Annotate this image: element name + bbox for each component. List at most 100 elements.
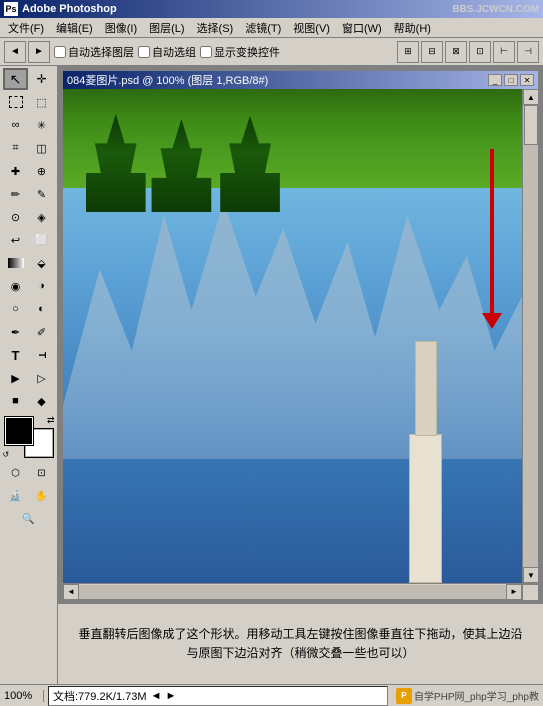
patch-tool[interactable]: ⊕ xyxy=(29,160,54,182)
menu-bar: 文件(F) 编辑(E) 图像(I) 图层(L) 选择(S) 滤镜(T) 视图(V… xyxy=(0,18,543,38)
auto-select-group-checkbox[interactable] xyxy=(138,46,150,58)
freeform-pen-icon: ✐ xyxy=(37,326,46,339)
menu-help[interactable]: 帮助(H) xyxy=(388,18,437,38)
dodge-tool[interactable]: ○ xyxy=(3,298,28,320)
palette-btn-6[interactable]: ⊣ xyxy=(517,41,539,63)
palette-btn-4[interactable]: ⊡ xyxy=(469,41,491,63)
lasso-tool[interactable]: ∞ xyxy=(3,114,28,136)
zoom-level[interactable]: 100% xyxy=(4,690,44,702)
custom-shape-tool[interactable]: ◆ xyxy=(29,390,54,412)
fg-color-swatch[interactable] xyxy=(5,417,33,445)
close-button[interactable]: ✕ xyxy=(520,74,534,86)
screen-mode-tool[interactable]: ⊡ xyxy=(29,462,54,484)
palette-btn-1[interactable]: ⊞ xyxy=(397,41,419,63)
scroll-up-button[interactable]: ▲ xyxy=(523,89,538,105)
heal-tool[interactable]: ✚ xyxy=(3,160,28,182)
palette-btn-3[interactable]: ⊠ xyxy=(445,41,467,63)
screen-mode-icon: ⊡ xyxy=(37,468,45,479)
scroll-thumb-vertical[interactable] xyxy=(524,105,538,145)
scroll-left-button[interactable]: ◄ xyxy=(63,584,79,600)
magic-wand-tool[interactable]: ✳ xyxy=(29,114,54,136)
stamp-icon: ⊙ xyxy=(11,211,20,224)
gradient-tool[interactable] xyxy=(3,252,28,274)
vertical-text-tool[interactable]: T xyxy=(29,344,54,366)
eyedrop-icon: 🔬 xyxy=(9,491,21,502)
menu-view[interactable]: 视图(V) xyxy=(287,18,336,38)
direct-select-icon: ▷ xyxy=(37,372,45,385)
nav-left-arrow[interactable]: ◄ xyxy=(151,690,162,702)
quick-mask-tool[interactable]: ⬡ xyxy=(3,462,28,484)
status-logo-text: 自学PHP网_php学习_php教 xyxy=(414,688,539,703)
tool-row-5: ✚ ⊕ xyxy=(3,160,54,182)
pencil-icon: ✎ xyxy=(37,188,46,201)
path-select-tool[interactable]: ▶ xyxy=(3,367,28,389)
menu-filter[interactable]: 滤镜(T) xyxy=(239,18,287,38)
scroll-down-button[interactable]: ▼ xyxy=(523,567,538,583)
burn-tool[interactable]: ◐ xyxy=(29,298,54,320)
nav-right-arrow[interactable]: ► xyxy=(165,690,176,702)
menu-file[interactable]: 文件(F) xyxy=(2,18,50,38)
freeform-pen-tool[interactable]: ✐ xyxy=(29,321,54,343)
scroll-track-horizontal[interactable] xyxy=(79,585,506,599)
slice-icon: ◫ xyxy=(36,142,46,155)
tool-row-mask: ⬡ ⊡ xyxy=(3,462,54,484)
menu-image[interactable]: 图像(I) xyxy=(99,18,143,38)
eraser-tool[interactable]: ⬜ xyxy=(29,229,54,251)
menu-layer[interactable]: 图层(L) xyxy=(143,18,190,38)
image-canvas[interactable] xyxy=(63,89,522,583)
show-transform-checkbox[interactable] xyxy=(200,46,212,58)
ellipse-select-tool[interactable]: ⬚ xyxy=(29,91,54,113)
hand-tool[interactable]: ✋ xyxy=(29,485,54,507)
custom-shape-icon: ◆ xyxy=(37,395,45,408)
menu-edit[interactable]: 编辑(E) xyxy=(50,18,99,38)
tool-row-8: ↩ ⬜ xyxy=(3,229,54,251)
building-tower xyxy=(415,341,437,436)
scroll-right-button[interactable]: ► xyxy=(506,584,522,600)
nav-fwd-button[interactable]: ► xyxy=(28,41,50,63)
smudge-tool[interactable]: ◑ xyxy=(29,275,54,297)
fg-bg-colors: ⇄ ↺ xyxy=(3,415,55,459)
palette-btn-2[interactable]: ⊟ xyxy=(421,41,443,63)
nav-back-button[interactable]: ◄ xyxy=(4,41,26,63)
stamp-tool[interactable]: ⊙ xyxy=(3,206,28,228)
zoom-tool[interactable]: 🔍 xyxy=(16,508,41,530)
tool-row-10: ◉ ◑ xyxy=(3,275,54,297)
crop-tool[interactable]: ⌗ xyxy=(3,137,28,159)
php-logo-area: P 自学PHP网_php学习_php教 xyxy=(396,688,539,704)
vertical-scrollbar[interactable]: ▲ ▼ xyxy=(522,89,538,583)
description-text: 垂直翻转后图像成了这个形状。用移动工具左键按住图像垂直往下拖动，使其上边沿与原图… xyxy=(74,625,527,663)
menu-window[interactable]: 窗口(W) xyxy=(336,18,388,38)
document-window: 084菱图片.psd @ 100% (图层 1,RGB/8#) _ □ ✕ xyxy=(62,70,539,600)
pen-tool[interactable]: ✒ xyxy=(3,321,28,343)
brush-tool[interactable]: ✏ xyxy=(3,183,28,205)
paint-bucket-tool[interactable]: ⬙ xyxy=(29,252,54,274)
blur-tool[interactable]: ◉ xyxy=(3,275,28,297)
restore-button[interactable]: □ xyxy=(504,74,518,86)
move-tool-2[interactable]: ✛ xyxy=(29,68,54,90)
auto-select-layer-checkbox[interactable] xyxy=(54,46,66,58)
blur-icon: ◉ xyxy=(11,280,21,293)
shape-tool[interactable]: ■ xyxy=(3,390,28,412)
pencil-tool[interactable]: ✎ xyxy=(29,183,54,205)
text-tool[interactable]: T xyxy=(3,344,28,366)
menu-select[interactable]: 选择(S) xyxy=(191,18,240,38)
reset-colors-icon[interactable]: ↺ xyxy=(3,450,10,459)
direct-select-tool[interactable]: ▷ xyxy=(29,367,54,389)
move-tool[interactable]: ↖ xyxy=(3,68,28,90)
tool-row-11: ○ ◐ xyxy=(3,298,54,320)
crop-icon: ⌗ xyxy=(12,142,18,155)
tool-row-13: T T xyxy=(3,344,54,366)
slice-tool[interactable]: ◫ xyxy=(29,137,54,159)
eraser-icon: ⬜ xyxy=(35,235,47,246)
scroll-track-vertical[interactable] xyxy=(523,105,538,567)
minimize-button[interactable]: _ xyxy=(488,74,502,86)
path-select-icon: ▶ xyxy=(11,372,19,385)
history-tool[interactable]: ↩ xyxy=(3,229,28,251)
palette-btn-5[interactable]: ⊢ xyxy=(493,41,515,63)
eyedrop-tool[interactable]: 🔬 xyxy=(3,485,28,507)
horizontal-scrollbar[interactable]: ◄ ► xyxy=(63,584,522,599)
doc-window-buttons: _ □ ✕ xyxy=(488,74,534,86)
swap-colors-icon[interactable]: ⇄ xyxy=(47,415,55,426)
pattern-stamp-tool[interactable]: ◈ xyxy=(29,206,54,228)
rect-select-tool[interactable] xyxy=(3,91,28,113)
